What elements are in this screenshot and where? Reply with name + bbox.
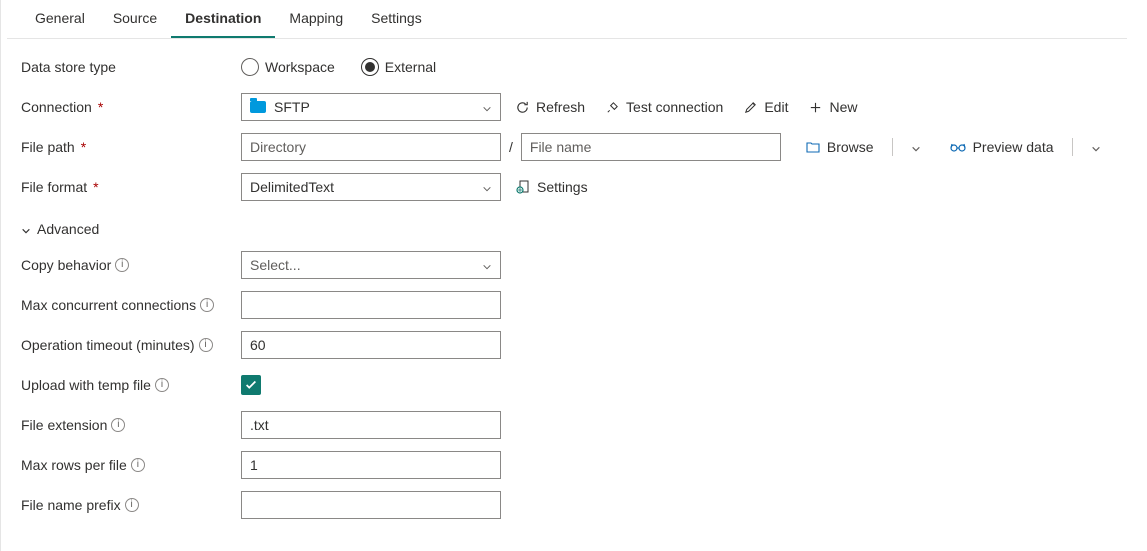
radio-external[interactable]: External <box>361 58 436 76</box>
info-icon: i <box>125 498 139 512</box>
max-rows-input[interactable] <box>241 451 501 479</box>
operation-timeout-input[interactable] <box>241 331 501 359</box>
chevron-down-icon <box>482 101 492 111</box>
glasses-icon <box>949 140 967 154</box>
tab-destination[interactable]: Destination <box>171 0 275 38</box>
tab-general[interactable]: General <box>21 0 99 38</box>
chevron-down-icon <box>482 259 492 269</box>
preview-data-dropdown[interactable] <box>1085 142 1107 152</box>
file-format-value: DelimitedText <box>250 179 334 195</box>
label-data-store-type: Data store type <box>21 59 116 75</box>
check-icon <box>244 378 258 392</box>
radio-external-label: External <box>385 59 436 75</box>
file-extension-input[interactable] <box>241 411 501 439</box>
refresh-icon <box>515 100 530 115</box>
info-icon: i <box>111 418 125 432</box>
path-separator: / <box>509 139 513 155</box>
label-connection: Connection <box>21 99 92 115</box>
info-icon: i <box>155 378 169 392</box>
required-asterisk: * <box>93 179 98 195</box>
label-file-path: File path <box>21 139 75 155</box>
chevron-down-icon <box>1091 141 1101 151</box>
label-copy-behavior: Copy behavior <box>21 257 111 273</box>
advanced-label: Advanced <box>37 221 99 237</box>
radio-workspace-label: Workspace <box>265 59 335 75</box>
chevron-down-icon <box>21 223 31 233</box>
browse-label: Browse <box>827 139 874 155</box>
browse-button[interactable]: Browse <box>799 139 880 155</box>
preview-data-button[interactable]: Preview data <box>943 139 1060 155</box>
connection-value: SFTP <box>274 99 310 115</box>
browse-dropdown[interactable] <box>905 142 927 152</box>
label-file-extension: File extension <box>21 417 107 433</box>
tab-source[interactable]: Source <box>99 0 171 38</box>
refresh-button[interactable]: Refresh <box>509 99 591 115</box>
directory-input[interactable] <box>241 133 501 161</box>
test-connection-button[interactable]: Test connection <box>599 99 729 115</box>
label-max-rows: Max rows per file <box>21 457 127 473</box>
required-asterisk: * <box>98 99 103 115</box>
file-name-prefix-input[interactable] <box>241 491 501 519</box>
info-icon: i <box>199 338 213 352</box>
upload-temp-checkbox[interactable] <box>241 375 261 395</box>
label-operation-timeout: Operation timeout (minutes) <box>21 337 195 353</box>
radio-circle-icon <box>241 58 259 76</box>
plus-icon <box>808 100 823 115</box>
preview-data-label: Preview data <box>973 139 1054 155</box>
label-max-concurrent: Max concurrent connections <box>21 297 196 313</box>
max-concurrent-input[interactable] <box>241 291 501 319</box>
info-icon: i <box>131 458 145 472</box>
copy-behavior-select[interactable]: Select... <box>241 251 501 279</box>
new-button[interactable]: New <box>802 99 863 115</box>
info-icon: i <box>200 298 214 312</box>
new-label: New <box>829 99 857 115</box>
refresh-label: Refresh <box>536 99 585 115</box>
filename-input[interactable] <box>521 133 781 161</box>
label-upload-temp: Upload with temp file <box>21 377 151 393</box>
format-settings-button[interactable]: Settings <box>509 179 594 195</box>
tab-mapping[interactable]: Mapping <box>275 0 357 38</box>
radio-workspace[interactable]: Workspace <box>241 58 335 76</box>
separator <box>892 138 893 156</box>
chevron-down-icon <box>911 141 921 151</box>
advanced-toggle[interactable]: Advanced <box>21 221 99 237</box>
label-file-name-prefix: File name prefix <box>21 497 121 513</box>
file-format-select[interactable]: DelimitedText <box>241 173 501 201</box>
settings-file-icon <box>515 179 531 195</box>
pencil-icon <box>743 100 758 115</box>
separator <box>1072 138 1073 156</box>
copy-behavior-placeholder: Select... <box>250 257 301 273</box>
tab-settings[interactable]: Settings <box>357 0 436 38</box>
edit-button[interactable]: Edit <box>737 99 794 115</box>
required-asterisk: * <box>81 139 86 155</box>
edit-label: Edit <box>764 99 788 115</box>
folder-connection-icon <box>250 101 266 113</box>
tabs-bar: General Source Destination Mapping Setti… <box>7 0 1127 39</box>
folder-icon <box>805 139 821 155</box>
info-icon: i <box>115 258 129 272</box>
label-file-format: File format <box>21 179 87 195</box>
radio-circle-icon <box>361 58 379 76</box>
chevron-down-icon <box>482 181 492 191</box>
format-settings-label: Settings <box>537 179 588 195</box>
connection-select[interactable]: SFTP <box>241 93 501 121</box>
test-connection-label: Test connection <box>626 99 723 115</box>
plug-icon <box>605 100 620 115</box>
